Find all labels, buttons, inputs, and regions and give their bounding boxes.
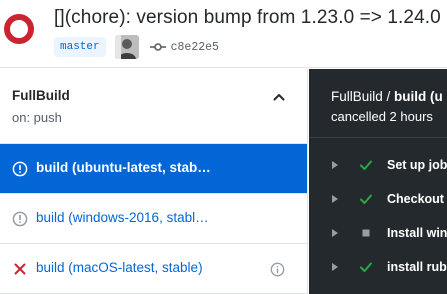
- step-checkout[interactable]: Checkout: [309, 182, 447, 216]
- check-icon: [360, 262, 372, 272]
- x-icon: [14, 263, 26, 275]
- jobs-sidebar: FullBuild on: push build (ubuntu-latest,…: [0, 69, 308, 294]
- workflow-summary[interactable]: FullBuild on: push: [0, 69, 307, 144]
- step-label: Set up job: [387, 158, 447, 172]
- log-status-text: cancelled 2 hours: [331, 109, 433, 124]
- check-icon: [360, 160, 372, 170]
- log-breadcrumb-workflow: FullBuild /: [331, 89, 395, 104]
- info-icon[interactable]: [270, 262, 285, 277]
- workflow-trigger: on: push: [12, 110, 62, 125]
- job-item-macos[interactable]: build (macOS-latest, stable): [0, 244, 307, 294]
- branch-badge[interactable]: master: [54, 37, 106, 57]
- job-item-ubuntu[interactable]: build (ubuntu-latest, stab…: [0, 144, 307, 194]
- step-label: Install win: [387, 226, 447, 240]
- failure-ring-icon: [4, 14, 34, 44]
- step-set-up-job[interactable]: Set up job: [309, 148, 447, 182]
- step-label: Checkout: [387, 192, 444, 206]
- git-commit-icon: [149, 43, 166, 51]
- run-header: [](chore): version bump from 1.23.0 => 1…: [0, 0, 447, 68]
- skipped-square-icon: [362, 229, 370, 237]
- expand-triangle-icon: [332, 229, 338, 237]
- check-icon: [360, 194, 372, 204]
- log-breadcrumb: FullBuild / build (u: [331, 89, 443, 104]
- job-label: build (macOS-latest, stable): [36, 260, 203, 275]
- author-avatar[interactable]: [114, 35, 139, 59]
- workflow-name: FullBuild: [12, 88, 70, 103]
- step-install-ruby[interactable]: install ruby: [309, 250, 447, 284]
- job-label: build (ubuntu-latest, stab…: [36, 160, 211, 175]
- step-install-windows[interactable]: Install win: [309, 216, 447, 250]
- expand-triangle-icon: [332, 195, 338, 203]
- job-label: build (windows-2016, stabl…: [36, 210, 209, 225]
- chevron-up-icon[interactable]: [271, 89, 287, 105]
- step-label: install ruby: [387, 260, 447, 274]
- cancelled-icon: [12, 161, 28, 177]
- run-title: [](chore): version bump from 1.23.0 => 1…: [54, 7, 441, 28]
- expand-triangle-icon: [332, 263, 338, 271]
- log-breadcrumb-job: build (u: [394, 89, 443, 104]
- commit-meta: master c8e22e5: [54, 35, 219, 59]
- job-item-windows[interactable]: build (windows-2016, stabl…: [0, 194, 307, 244]
- expand-triangle-icon: [332, 161, 338, 169]
- cancelled-icon: [12, 211, 28, 227]
- commit-sha[interactable]: c8e22e5: [171, 41, 219, 54]
- avatar-image: [114, 35, 139, 59]
- log-pane: FullBuild / build (u cancelled 2 hours S…: [309, 69, 447, 294]
- log-header: FullBuild / build (u cancelled 2 hours: [309, 69, 447, 138]
